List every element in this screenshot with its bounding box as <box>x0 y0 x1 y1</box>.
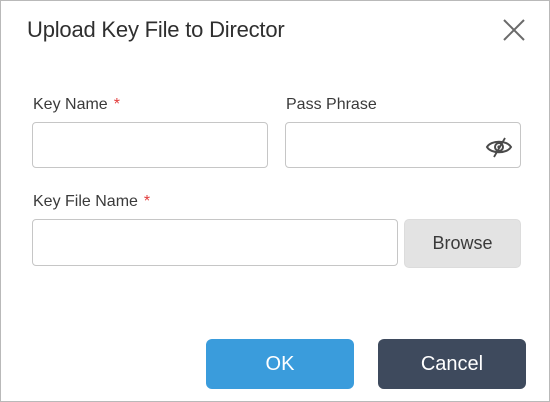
key-name-label: Key Name * <box>33 96 120 114</box>
required-asterisk: * <box>143 193 151 210</box>
dialog-title: Upload Key File to Director <box>27 17 285 42</box>
close-button[interactable] <box>501 17 527 43</box>
key-file-name-label-text: Key File Name <box>33 193 138 210</box>
upload-key-file-dialog: Upload Key File to Director Key Name * Pa… <box>0 0 550 402</box>
key-name-input[interactable] <box>32 122 268 168</box>
cancel-button[interactable]: Cancel <box>378 339 526 389</box>
browse-button[interactable]: Browse <box>404 219 521 268</box>
close-icon <box>503 19 525 41</box>
key-file-name-input[interactable] <box>32 219 398 266</box>
pass-phrase-label-text: Pass Phrase <box>286 96 377 113</box>
required-asterisk: * <box>113 96 120 113</box>
eye-slash-icon <box>485 137 513 158</box>
pass-phrase-label: Pass Phrase <box>286 96 377 114</box>
key-file-name-label: Key File Name * <box>33 193 150 211</box>
ok-button[interactable]: OK <box>206 339 354 389</box>
key-name-label-text: Key Name <box>33 96 108 113</box>
toggle-visibility-button[interactable] <box>485 136 513 158</box>
